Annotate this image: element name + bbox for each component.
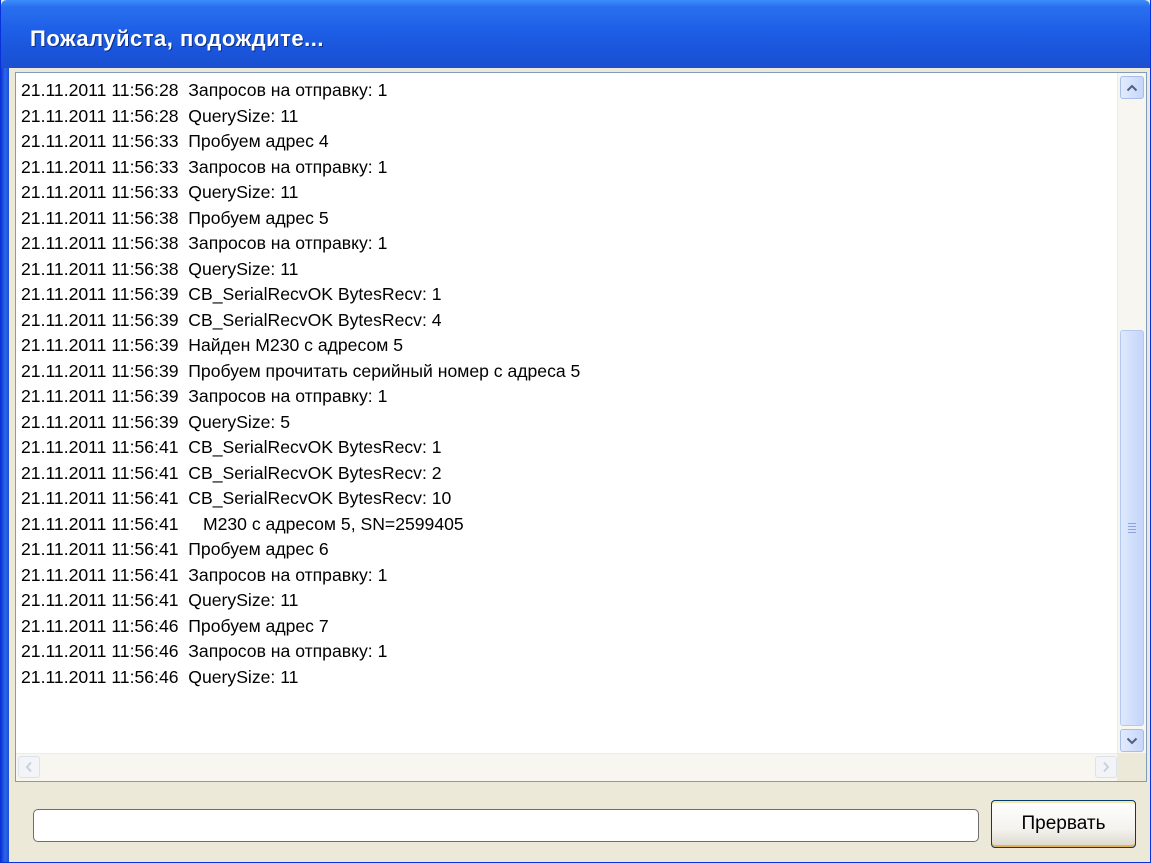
scroll-down-button[interactable]: [1120, 729, 1144, 752]
vertical-scrollbar[interactable]: [1117, 73, 1146, 754]
log-line: 21.11.2011 11:56:41 CB_SerialRecvOK Byte…: [21, 488, 452, 508]
log-line: 21.11.2011 11:56:28 QuerySize: 11: [21, 105, 299, 126]
log-line: 21.11.2011 11:56:39 QuerySize: 5: [21, 411, 290, 432]
window-title: Пожалуйста, подождите...: [30, 26, 324, 51]
log-line: 21.11.2011 11:56:39 CB_SerialRecvOK Byte…: [21, 284, 442, 304]
log-line: 21.11.2011 11:56:41 Пробуем адрес 6: [21, 539, 329, 559]
grip-icon: [1128, 521, 1136, 535]
horizontal-scrollbar[interactable]: [16, 753, 1119, 781]
scroll-up-button[interactable]: [1120, 76, 1144, 99]
scroll-left-button[interactable]: [18, 756, 40, 778]
log-line: 21.11.2011 11:56:46 Пробуем адрес 7: [21, 615, 329, 636]
log-line: 21.11.2011 11:56:46 QuerySize: 11: [21, 666, 299, 687]
log-line: 21.11.2011 11:56:46 Запросов на отправку…: [21, 641, 388, 661]
dialog-window: Пожалуйста, подождите... 21.11.2011 11:5…: [0, 0, 1151, 863]
log-line: 21.11.2011 11:56:39 Найден М230 с адресо…: [21, 335, 404, 355]
title-bar[interactable]: Пожалуйста, подождите...: [1, 0, 1150, 68]
log-line: 21.11.2011 11:56:39 Запросов на отправку…: [21, 386, 388, 406]
log-line: 21.11.2011 11:56:39 CB_SerialRecvOK Byte…: [21, 309, 442, 330]
chevron-right-icon: [1103, 761, 1110, 773]
chevron-left-icon: [25, 761, 32, 773]
log-textarea[interactable]: 21.11.2011 11:56:28 Запросов на отправку…: [15, 72, 1147, 782]
scroll-right-button[interactable]: [1095, 756, 1117, 778]
log-line: 21.11.2011 11:56:38 QuerySize: 11: [21, 258, 299, 279]
log-line: 21.11.2011 11:56:28 Запросов на отправку…: [21, 80, 388, 100]
log-line: 21.11.2011 11:56:33 Запросов на отправку…: [21, 156, 388, 177]
log-line: 21.11.2011 11:56:41 CB_SerialRecvOK Byte…: [21, 462, 442, 483]
scrollbar-corner: [1117, 753, 1146, 781]
log-line: 21.11.2011 11:56:38 Пробуем адрес 5: [21, 207, 329, 228]
chevron-down-icon: [1126, 737, 1138, 744]
log-line: 21.11.2011 11:56:41 М230 с адресом 5, SN…: [21, 513, 464, 534]
log-line: 21.11.2011 11:56:38 Запросов на отправку…: [21, 233, 388, 253]
log-text: 21.11.2011 11:56:28 Запросов на отправку…: [21, 78, 1107, 758]
progress-bar: [33, 809, 979, 842]
log-line: 21.11.2011 11:56:33 Пробуем адрес 4: [21, 131, 329, 151]
chevron-up-icon: [1126, 84, 1138, 91]
window-frame-left: [1, 68, 9, 862]
abort-button[interactable]: Прервать: [991, 800, 1136, 848]
log-line: 21.11.2011 11:56:33 QuerySize: 11: [21, 182, 299, 202]
log-line: 21.11.2011 11:56:41 CB_SerialRecvOK Byte…: [21, 437, 442, 457]
log-line: 21.11.2011 11:56:41 Запросов на отправку…: [21, 564, 388, 585]
log-line: 21.11.2011 11:56:39 Пробуем прочитать се…: [21, 360, 581, 381]
dialog-client-area: 21.11.2011 11:56:28 Запросов на отправку…: [9, 68, 1149, 862]
log-line: 21.11.2011 11:56:41 QuerySize: 11: [21, 590, 299, 610]
vertical-scroll-thumb[interactable]: [1120, 330, 1144, 726]
